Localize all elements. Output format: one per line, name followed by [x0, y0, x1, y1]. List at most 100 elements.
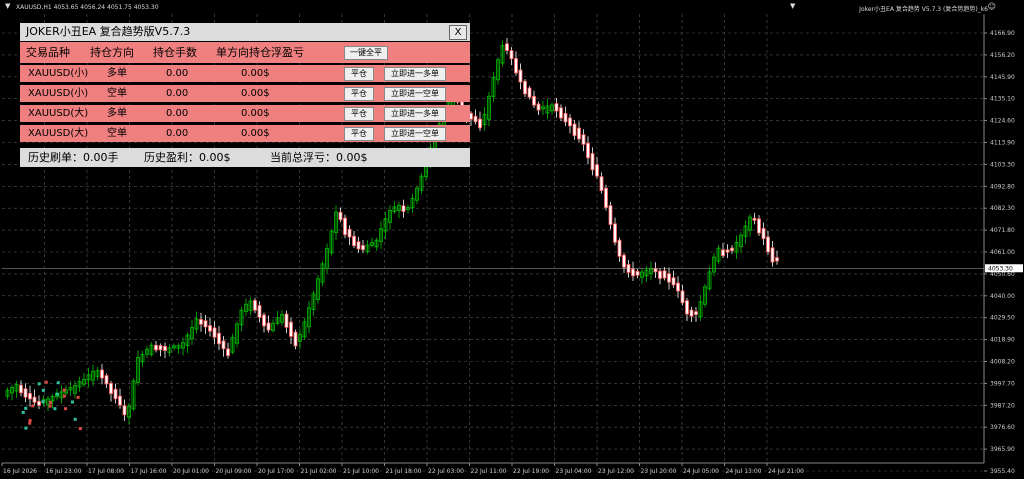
- candle: [595, 156, 599, 179]
- candle: [104, 373, 109, 389]
- candle: [608, 202, 613, 230]
- close-all-button[interactable]: 一键全平: [344, 46, 388, 60]
- position-row: XAUUSD(小) 多单 0.00 0.00$ 平仓 立即进一多单: [20, 65, 470, 82]
- candle: [757, 215, 761, 236]
- trade-marker: [73, 417, 77, 421]
- candle: [550, 102, 554, 115]
- candle: [410, 193, 415, 214]
- candle: [149, 342, 154, 357]
- candle: [343, 214, 347, 239]
- panel-header-row: 交易品种 持仓方向 持仓手数 单方向持仓浮盈亏 一键全平: [20, 42, 470, 63]
- candle: [775, 250, 779, 265]
- price-tick-label: 4071.80: [990, 227, 1015, 234]
- trade-marker: [41, 388, 45, 392]
- candle: [419, 173, 424, 195]
- candle: [527, 85, 532, 100]
- trade-marker: [70, 400, 74, 404]
- candle: [86, 367, 91, 388]
- trade-marker: [53, 407, 57, 411]
- close-position-button[interactable]: 平仓: [344, 127, 374, 141]
- candle: [235, 321, 239, 348]
- candle: [478, 111, 482, 132]
- candle: [136, 350, 140, 386]
- candle: [374, 237, 379, 251]
- candle: [100, 363, 104, 385]
- time-tick-label: 22 Jul 11:00: [471, 468, 507, 475]
- time-tick-label: 17 Jul 08:00: [88, 468, 124, 475]
- candle: [163, 342, 167, 359]
- candle: [347, 225, 352, 245]
- candle: [739, 232, 743, 254]
- candle: [559, 104, 563, 122]
- trade-marker: [55, 392, 59, 396]
- open-long-button[interactable]: 立即进一多单: [384, 107, 446, 121]
- floating-pnl: 当前总浮亏：0.00$: [270, 151, 368, 164]
- price-tick-label: 4135.10: [990, 96, 1015, 103]
- candle: [770, 240, 775, 267]
- candle: [262, 312, 266, 333]
- close-position-button[interactable]: 平仓: [344, 67, 374, 81]
- open-long-button[interactable]: 立即进一多单: [384, 67, 446, 81]
- row-direction: 多单: [107, 108, 127, 119]
- candle: [572, 120, 577, 140]
- open-short-button[interactable]: 立即进一空单: [384, 87, 446, 101]
- candle: [487, 91, 491, 127]
- row-direction: 空单: [107, 128, 127, 139]
- candle: [653, 262, 658, 279]
- candle: [581, 129, 586, 152]
- candle: [415, 185, 419, 205]
- candle: [734, 235, 739, 259]
- candle: [113, 383, 118, 404]
- candle: [406, 204, 410, 214]
- candle: [221, 336, 226, 357]
- time-tick-label: 24 Jul 05:00: [683, 468, 719, 475]
- trade-marker: [24, 406, 28, 410]
- price-tick-label: 4040.00: [990, 293, 1015, 300]
- candle: [707, 266, 712, 291]
- candle: [388, 205, 392, 230]
- candle: [32, 389, 37, 406]
- row-lots: 0.00: [166, 108, 189, 119]
- candle: [217, 325, 221, 351]
- time-tick-label: 22 Jul 03:00: [428, 468, 464, 475]
- candle: [536, 101, 541, 116]
- candle: [401, 199, 406, 218]
- candle: [761, 222, 766, 245]
- trade-marker: [21, 410, 25, 414]
- time-tick-label: 20 Jul 17:00: [258, 468, 294, 475]
- candle: [127, 402, 131, 425]
- candle: [37, 395, 41, 410]
- candle: [298, 329, 302, 350]
- close-button[interactable]: X: [449, 25, 467, 40]
- candle: [509, 47, 514, 66]
- price-tick-label: 3955.40: [990, 468, 1015, 475]
- candle: [640, 268, 644, 285]
- candle: [500, 40, 505, 67]
- candle: [626, 260, 631, 278]
- row-pnl: 0.00$: [241, 108, 270, 119]
- trade-marker: [76, 395, 80, 399]
- chart-header: ▼ XAUUSD,H1 4053.65 4056.24 4051.75 4053…: [0, 0, 1024, 14]
- price-tick-label: 3997.70: [990, 380, 1015, 387]
- open-short-button[interactable]: 立即进一空单: [384, 127, 446, 141]
- time-tick-label: 24 Jul 13:00: [726, 468, 762, 475]
- price-tick-label: 4061.00: [990, 249, 1015, 256]
- price-tick-label: 4124.60: [990, 118, 1015, 125]
- ea-panel: JOKER小丑EA 复合趋势版V5.7.3 X 交易品种 持仓方向 持仓手数 单…: [20, 23, 470, 167]
- candle: [212, 321, 217, 344]
- history-profit: 历史盈利：0.00$: [144, 151, 231, 164]
- time-tick-label: 23 Jul 12:00: [598, 468, 634, 475]
- candle: [676, 276, 680, 298]
- candle: [721, 242, 725, 259]
- position-row: XAUUSD(大) 空单 0.00 0.00$ 平仓 立即进一空单: [20, 125, 470, 142]
- candle: [158, 343, 163, 357]
- arrow-down-icon: ▼: [790, 2, 796, 10]
- header-lots: 持仓手数: [153, 46, 197, 59]
- candle: [635, 268, 640, 279]
- candle: [370, 237, 374, 248]
- row-lots: 0.00: [166, 88, 189, 99]
- candle: [334, 205, 338, 240]
- close-position-button[interactable]: 平仓: [344, 87, 374, 101]
- close-position-button[interactable]: 平仓: [344, 107, 374, 121]
- symbol-info: XAUUSD,H1 4053.65 4056.24 4051.75 4053.3…: [16, 4, 159, 11]
